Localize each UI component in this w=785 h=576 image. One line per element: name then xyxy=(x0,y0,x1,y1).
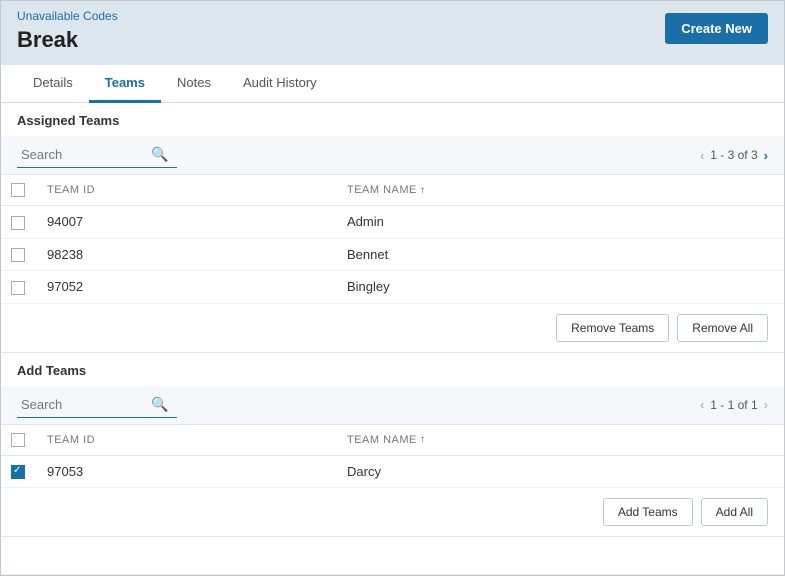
add-row-check-cell xyxy=(1,455,37,488)
assigned-teams-pagination: ‹ 1 - 3 of 3 › xyxy=(700,148,768,163)
add-teams-prev-arrow[interactable]: ‹ xyxy=(700,397,704,412)
assigned-row-check-cell xyxy=(1,238,37,271)
add-teams-search-row: 🔍 ‹ 1 - 1 of 1 › xyxy=(1,386,784,425)
remove-all-button[interactable]: Remove All xyxy=(677,314,768,342)
add-teams-table: TEAM ID TEAM NAME ↑ 97053 Darcy xyxy=(1,425,784,489)
tab-audit-history[interactable]: Audit History xyxy=(227,65,333,103)
assigned-teams-search-row: 🔍 ‹ 1 - 3 of 3 › xyxy=(1,136,784,175)
add-row-id-0: 97053 xyxy=(37,455,337,488)
tab-details[interactable]: Details xyxy=(17,65,89,103)
add-row-checkbox-0[interactable] xyxy=(11,465,25,479)
add-teams-action-row: Add Teams Add All xyxy=(1,488,784,537)
breadcrumb[interactable]: Unavailable Codes xyxy=(17,9,768,23)
assigned-row-checkbox-1[interactable] xyxy=(11,248,25,262)
assigned-row-check-cell xyxy=(1,271,37,304)
add-teams-pagination: ‹ 1 - 1 of 1 › xyxy=(700,397,768,412)
add-all-button[interactable]: Add All xyxy=(701,498,768,526)
select-all-add-checkbox[interactable] xyxy=(11,433,25,447)
tab-teams[interactable]: Teams xyxy=(89,65,161,103)
add-teams-section: Add Teams xyxy=(1,353,784,378)
page-title: Break xyxy=(17,27,768,53)
assigned-row-checkbox-2[interactable] xyxy=(11,281,25,295)
create-new-button[interactable]: Create New xyxy=(665,13,768,44)
assigned-row-id-0: 94007 xyxy=(37,206,337,239)
add-team-name-sort-icon[interactable]: ↑ xyxy=(420,434,426,445)
main-content: Assigned Teams 🔍 ‹ 1 - 3 of 3 › xyxy=(1,103,784,574)
search-icon: 🔍 xyxy=(151,146,168,163)
add-search-icon: 🔍 xyxy=(151,396,168,413)
tabs-bar: Details Teams Notes Audit History xyxy=(1,65,784,103)
add-team-row: 97053 Darcy xyxy=(1,455,784,488)
assigned-row-name-0: Admin xyxy=(337,206,784,239)
assigned-teams-header-id: TEAM ID xyxy=(37,175,337,206)
add-teams-search-bar[interactable]: 🔍 xyxy=(17,392,177,418)
add-teams-title: Add Teams xyxy=(17,363,768,378)
add-teams-page-info: 1 - 1 of 1 xyxy=(710,398,757,412)
assigned-teams-search-bar[interactable]: 🔍 xyxy=(17,142,177,168)
add-row-name-0: Darcy xyxy=(337,455,784,488)
assigned-row-id-2: 97052 xyxy=(37,271,337,304)
team-name-sort-icon[interactable]: ↑ xyxy=(420,185,426,196)
add-teams-header-check xyxy=(1,425,37,456)
assigned-teams-prev-arrow[interactable]: ‹ xyxy=(700,148,704,163)
assigned-teams-search-input[interactable] xyxy=(21,147,151,162)
assigned-teams-title: Assigned Teams xyxy=(17,113,768,128)
add-teams-button[interactable]: Add Teams xyxy=(603,498,693,526)
assigned-row-checkbox-0[interactable] xyxy=(11,216,25,230)
add-teams-search-input[interactable] xyxy=(21,397,151,412)
assigned-team-row: 97052 Bingley xyxy=(1,271,784,304)
assigned-teams-header-check xyxy=(1,175,37,206)
assigned-row-name-1: Bennet xyxy=(337,238,784,271)
select-all-assigned-checkbox[interactable] xyxy=(11,183,25,197)
assigned-teams-next-arrow[interactable]: › xyxy=(764,148,768,163)
assigned-teams-action-row: Remove Teams Remove All xyxy=(1,304,784,353)
add-teams-header-row: TEAM ID TEAM NAME ↑ xyxy=(1,425,784,456)
add-teams-next-arrow[interactable]: › xyxy=(764,397,768,412)
assigned-team-row: 98238 Bennet xyxy=(1,238,784,271)
assigned-teams-section: Assigned Teams xyxy=(1,103,784,128)
tab-notes[interactable]: Notes xyxy=(161,65,227,103)
header: Unavailable Codes Break Create New xyxy=(1,1,784,65)
assigned-row-check-cell xyxy=(1,206,37,239)
page-wrapper: Unavailable Codes Break Create New Detai… xyxy=(0,0,785,576)
add-teams-header-id: TEAM ID xyxy=(37,425,337,456)
remove-teams-button[interactable]: Remove Teams xyxy=(556,314,669,342)
assigned-row-name-2: Bingley xyxy=(337,271,784,304)
assigned-teams-header-name: TEAM NAME ↑ xyxy=(337,175,784,206)
add-teams-header-name: TEAM NAME ↑ xyxy=(337,425,784,456)
assigned-team-row: 94007 Admin xyxy=(1,206,784,239)
assigned-row-id-1: 98238 xyxy=(37,238,337,271)
assigned-teams-header-row: TEAM ID TEAM NAME ↑ xyxy=(1,175,784,206)
assigned-teams-page-info: 1 - 3 of 3 xyxy=(710,148,757,162)
assigned-teams-table: TEAM ID TEAM NAME ↑ 94007 Admin xyxy=(1,175,784,304)
